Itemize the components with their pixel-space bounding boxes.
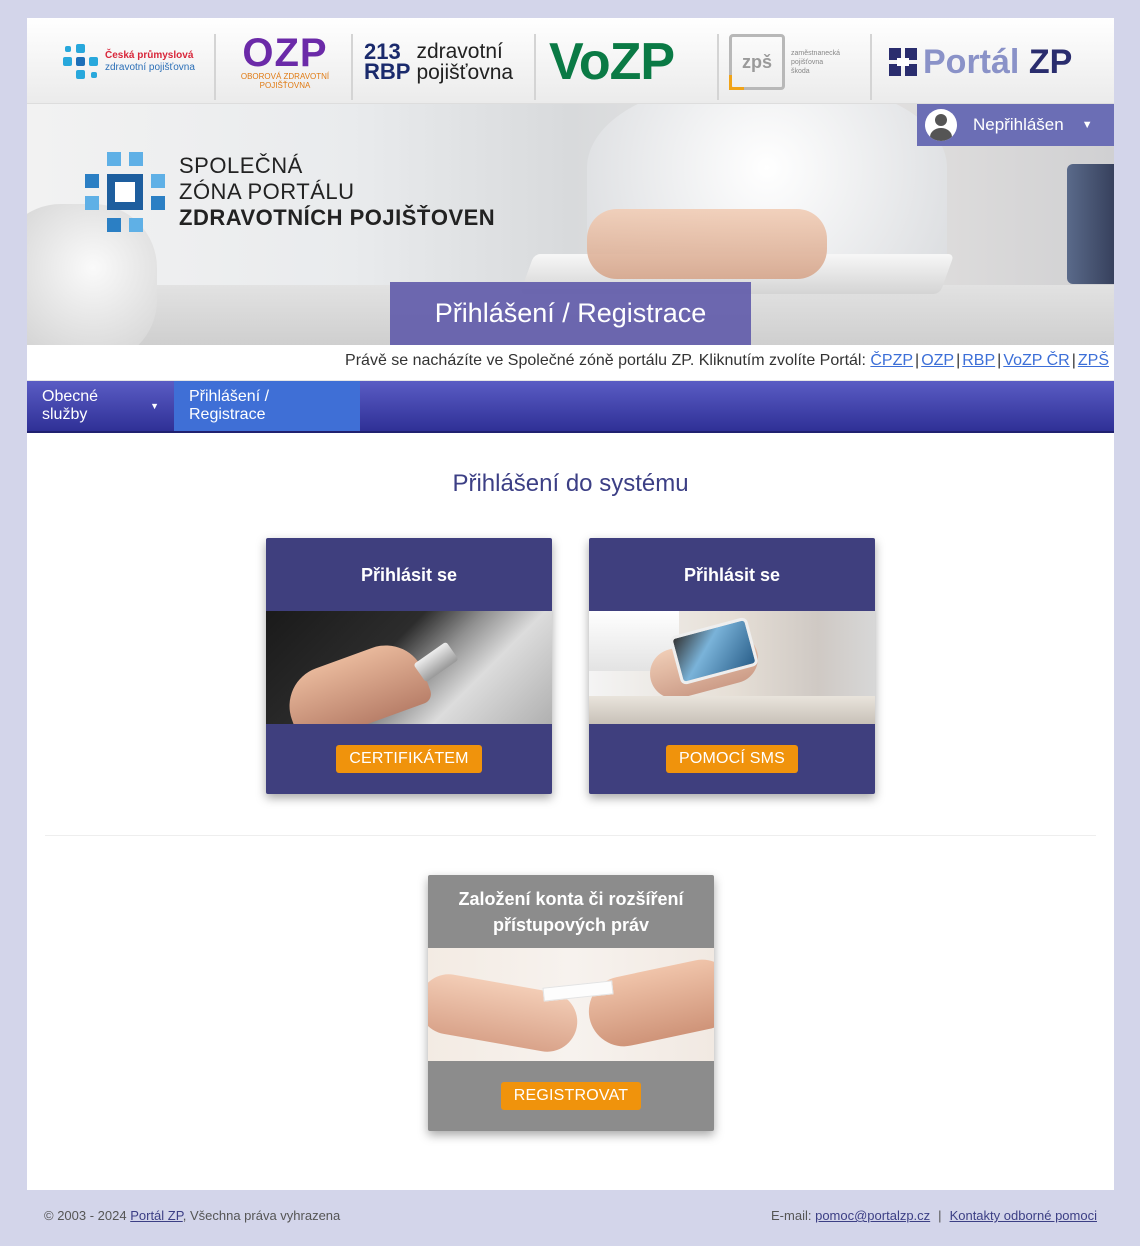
logo-separator [214, 34, 216, 100]
card-title: Přihlásit se [360, 564, 458, 585]
footer-contacts-link[interactable]: Kontakty odborné pomoci [950, 1208, 1097, 1223]
footer-portal-link[interactable]: Portál ZP [130, 1208, 183, 1223]
main-nav: Obecné služby ▼ Přihlášení / Registrace [27, 381, 1114, 433]
rbp-logo-num2: RBP [364, 59, 411, 84]
hero-banner: SPOLEČNÁ ZÓNA PORTÁLU ZDRAVOTNÍCH POJIŠŤ… [27, 104, 1114, 345]
portal-switch-text: Právě se nacházíte ve Společné zóně port… [345, 352, 866, 369]
section-divider [45, 835, 1096, 836]
portal-zp-logo[interactable]: Portál ZP [889, 32, 1089, 92]
cpzp-logo-line1: Česká průmyslová [105, 50, 194, 61]
portal-link-ozp[interactable]: OZP [921, 352, 954, 369]
user-menu-button[interactable]: Nepřihlášen ▼ [917, 104, 1114, 146]
hero-title-line1: SPOLEČNÁ [179, 153, 303, 178]
user-menu-label: Nepřihlášen [973, 115, 1064, 134]
nav-general-services-label: Obecné služby [42, 388, 99, 423]
portal-switch-line: Právě se nacházíte ve Společné zóně port… [27, 345, 1114, 381]
portal-link-rbp[interactable]: RBP [962, 352, 995, 369]
ozp-logo-name: OZP [242, 31, 328, 75]
footer-copyright-prefix: © 2003 - 2024 [44, 1208, 127, 1223]
card-title: Přihlásit se [683, 564, 781, 585]
vozp-logo[interactable]: VoZP [549, 32, 709, 92]
ozp-logo-line2: POJIŠŤOVNA [259, 81, 311, 90]
shared-zone-logo: SPOLEČNÁ ZÓNA PORTÁLU ZDRAVOTNÍCH POJIŠŤ… [85, 152, 495, 232]
vozp-logo-name: VoZP [549, 33, 675, 91]
shared-zone-mark-icon [85, 152, 165, 232]
logo-separator [351, 34, 353, 100]
hero-title-line3: ZDRAVOTNÍCH POJIŠŤOVEN [179, 205, 496, 230]
login-section-title: Přihlášení do systému [452, 470, 689, 497]
portal-link-vozp[interactable]: VoZP ČR [1003, 352, 1069, 369]
footer-email-label: E-mail: [771, 1208, 812, 1223]
cpzp-mark-icon [63, 44, 99, 80]
caret-down-icon: ▼ [150, 401, 159, 411]
zps-logo-line3: škoda [791, 67, 810, 75]
hero-title-line2: ZÓNA PORTÁLU [179, 179, 355, 204]
footer-copyright-suffix: , Všechna práva vyhrazena [182, 1208, 341, 1223]
zps-logo-line1: zaměstnanecká [791, 49, 841, 57]
registration-card: Založení konta či rozšíření přístupových… [428, 875, 714, 1131]
hero-photo-pen-cup [1067, 164, 1114, 284]
card-title: Založení konta či rozšíření přístupových… [458, 888, 684, 935]
footer-contacts: E-mail: pomoc@portalzp.cz | Kontakty odbor… [771, 1208, 1097, 1223]
logo-separator [870, 34, 872, 100]
page-heading-banner: Přihlášení / Registrace [390, 282, 751, 345]
portal-zp-logo-bold: ZP [1028, 42, 1073, 81]
portal-link-cpzp[interactable]: ČPZP [870, 352, 913, 369]
nav-general-services[interactable]: Obecné služby ▼ [27, 381, 174, 431]
login-certificate-button[interactable]: CERTIFIKÁTEM [336, 745, 482, 773]
login-certificate-card: Přihlásit se CERTIFIKÁTEM [266, 538, 552, 794]
footer-email-link[interactable]: pomoc@portalzp.cz [815, 1208, 930, 1223]
zps-logo[interactable]: zpš zaměstnanecká pojišťovna škoda [729, 32, 859, 92]
insurer-logo-bar: Česká průmyslová zdravotní pojišťovna OZ… [27, 18, 1114, 104]
portal-link-zps[interactable]: ZPŠ [1078, 352, 1109, 369]
user-avatar-icon [925, 109, 957, 141]
login-sms-button[interactable]: POMOCÍ SMS [665, 745, 798, 773]
logo-separator [717, 34, 719, 100]
ozp-logo-line1: OBOROVÁ ZDRAVOTNÍ [240, 72, 330, 81]
rbp-logo[interactable]: 213 RBP zdravotní pojišťovna [364, 32, 524, 92]
portal-zp-mark-icon [889, 48, 917, 76]
cpzp-logo[interactable]: Česká průmyslová zdravotní pojišťovna [63, 32, 213, 92]
phone-sms-photo [589, 611, 875, 724]
rbp-logo-line2: pojišťovna [416, 61, 514, 84]
caret-down-icon: ▼ [1081, 119, 1093, 131]
logo-separator [534, 34, 536, 100]
nav-login-registration[interactable]: Přihlášení / Registrace [174, 381, 360, 431]
cpzp-logo-line2: zdravotní pojišťovna [105, 62, 195, 73]
ozp-logo[interactable]: OZP OBOROVÁ ZDRAVOTNÍ POJIŠŤOVNA [230, 32, 340, 92]
hero-photo-hands [587, 209, 827, 279]
card-handover-photo [428, 948, 714, 1061]
footer-copyright: © 2003 - 2024 Portál ZP, Všechna práva v… [44, 1208, 340, 1223]
nav-login-registration-label: Přihlášení / Registrace [189, 388, 270, 423]
footer: © 2003 - 2024 Portál ZP, Všechna práva v… [27, 1190, 1114, 1246]
register-button[interactable]: REGISTROVAT [500, 1082, 642, 1110]
login-sms-card: Přihlásit se POMOCÍ SMS [589, 538, 875, 794]
rbp-logo-line1: zdravotní [416, 40, 503, 63]
zps-logo-mark: zpš [729, 34, 785, 90]
zps-logo-line2: pojišťovna [791, 58, 824, 66]
usb-certificate-photo [266, 611, 552, 724]
page-frame: Česká průmyslová zdravotní pojišťovna OZ… [27, 18, 1114, 1190]
portal-zp-logo-light: Portál [923, 42, 1020, 81]
